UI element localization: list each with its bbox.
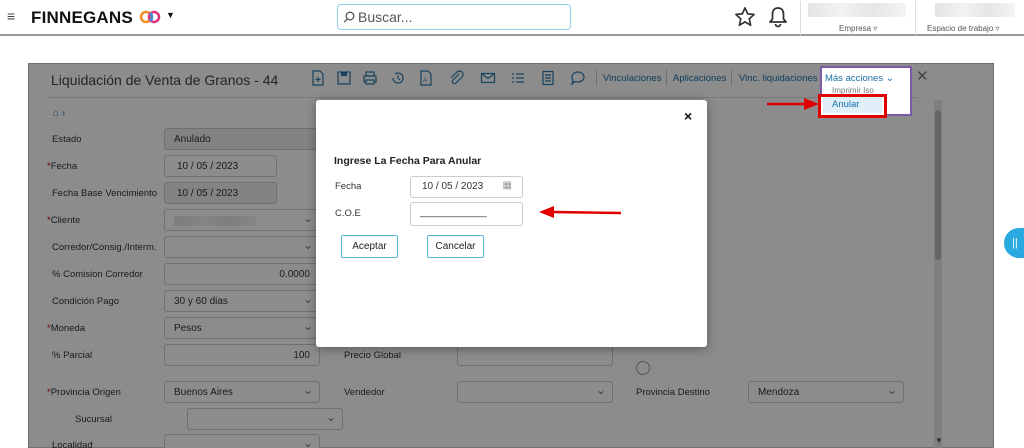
favorites-star-icon[interactable] bbox=[734, 6, 756, 28]
chevron-down-icon: ⌄ bbox=[885, 73, 895, 84]
brand-name: FINNEGANS bbox=[31, 8, 133, 27]
accept-button[interactable]: Aceptar bbox=[341, 235, 398, 258]
side-panel-toggle[interactable]: || bbox=[1004, 228, 1024, 258]
dialog-coe-input[interactable]: ____________ bbox=[410, 202, 523, 226]
notifications-bell-icon[interactable] bbox=[768, 6, 788, 28]
global-search[interactable]: Buscar... bbox=[337, 4, 571, 30]
dialog-fecha-input[interactable]: 10 / 05 / 2023 ▦ bbox=[410, 176, 523, 198]
dialog-fecha-label: Fecha bbox=[335, 181, 362, 192]
cancel-button[interactable]: Cancelar bbox=[427, 235, 484, 258]
search-placeholder: Buscar... bbox=[358, 9, 413, 25]
annotation-arrow-icon bbox=[767, 98, 819, 110]
dialog-title: Ingrese La Fecha Para Anular bbox=[334, 155, 482, 167]
dialog-close-icon[interactable]: × bbox=[684, 108, 692, 124]
header-divider bbox=[800, 1, 801, 35]
dialog-fecha-value: 10 / 05 / 2023 bbox=[422, 181, 484, 192]
workspace-selector[interactable]: Espacio de trabajo ▿ bbox=[927, 24, 1000, 33]
brand-logo-icon bbox=[139, 10, 161, 24]
brand-dropdown-icon[interactable]: ▼ bbox=[166, 10, 175, 20]
calendar-icon[interactable]: ▦ bbox=[503, 180, 512, 191]
dialog-coe-label: C.O.E bbox=[335, 208, 361, 219]
empresa-selector[interactable]: Empresa ▿ bbox=[839, 24, 877, 33]
more-actions-button[interactable]: Más acciones ⌄ bbox=[825, 73, 894, 84]
empresa-value-blurred bbox=[808, 3, 906, 17]
close-form-icon[interactable]: ✕ bbox=[916, 67, 929, 85]
annotation-arrow-icon bbox=[539, 206, 622, 218]
menu-item-anular[interactable]: Anular bbox=[823, 97, 882, 113]
header-divider bbox=[915, 1, 916, 35]
workspace-value-blurred bbox=[935, 3, 1015, 17]
hamburger-menu-icon[interactable]: ≡ bbox=[7, 8, 15, 24]
search-icon bbox=[343, 11, 355, 23]
